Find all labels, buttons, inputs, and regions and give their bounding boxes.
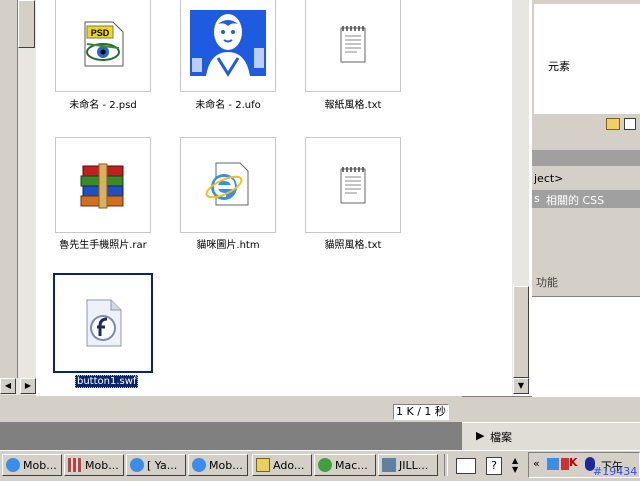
panel-header-bar — [532, 150, 640, 166]
taskbar-button[interactable]: Mob... — [2, 454, 62, 476]
file-tile-psd[interactable]: PSD — [55, 0, 151, 92]
network-icon[interactable] — [547, 458, 559, 470]
acrobat-icon — [256, 458, 270, 472]
file-browser-window: PSD 未命名 - 2.psd 未命名 - 2.ufo 報紙風格.txt 魯先生… — [36, 0, 533, 397]
scroll-left-arrow-icon[interactable]: ◀ — [0, 378, 16, 394]
tab-related-css[interactable]: 相關的 CSS — [546, 192, 604, 208]
macromedia-icon — [318, 458, 332, 472]
background-scroll-thumb[interactable] — [18, 0, 35, 48]
updown-arrow-icon[interactable]: ▲ ▼ — [512, 456, 518, 474]
taskbar-button[interactable]: [ Ya... — [126, 454, 186, 476]
download-size-status: 1 K / 1 秒 — [393, 404, 449, 420]
taskbar-button[interactable]: Mob... — [64, 454, 124, 476]
keyboard-icon[interactable] — [456, 458, 476, 474]
portrait-thumbnail-icon — [188, 8, 268, 80]
taskbar-label: [ Ya... — [147, 458, 178, 472]
page-icon[interactable] — [623, 118, 636, 130]
files-panel-header[interactable]: ▶ 檔案 — [462, 422, 640, 451]
file-name[interactable]: 報紙風格.txt — [288, 96, 418, 111]
file-name[interactable]: 未命名 - 2.ufo — [163, 96, 293, 111]
section-function: 功能 — [536, 276, 558, 289]
expand-arrow-icon[interactable]: ▶ — [476, 429, 484, 442]
file-tile-txt[interactable] — [305, 137, 401, 233]
taskbar-label: Mac... — [335, 458, 368, 472]
tray-app-icon[interactable] — [561, 458, 569, 470]
taskbar-label: JILL... — [399, 458, 429, 472]
file-tile-txt[interactable] — [305, 0, 401, 92]
taskbar-label: Mob... — [23, 458, 57, 472]
winrar-archive-icon — [80, 163, 124, 209]
file-name[interactable]: 貓照風格.txt — [288, 236, 418, 251]
files-panel-label: 檔案 — [490, 431, 512, 444]
taskbar-label: Ado... — [273, 458, 305, 472]
background-vertical-scrollbar[interactable] — [17, 0, 36, 378]
file-name[interactable]: 貓咪圖片.htm — [163, 236, 293, 251]
file-tile-rar[interactable] — [55, 137, 151, 233]
flash-file-icon — [86, 299, 122, 347]
file-tile-ufo[interactable] — [180, 0, 276, 92]
show-hidden-icons-icon[interactable]: « — [533, 457, 540, 470]
folder-icon[interactable] — [606, 118, 620, 130]
scroll-down-arrow-icon[interactable]: ▼ — [513, 378, 529, 394]
overlay-number: #19434 — [593, 465, 638, 478]
help-icon[interactable]: ? — [486, 457, 502, 475]
ie-icon — [130, 458, 144, 472]
bottom-dark-bar — [0, 422, 462, 450]
panel-toolbar — [606, 118, 636, 132]
psd-file-icon: PSD — [84, 21, 124, 67]
taskbar-label: Mob... — [85, 458, 119, 472]
taskbar-button[interactable]: Mac... — [314, 454, 376, 476]
kaspersky-icon[interactable]: K — [569, 456, 578, 469]
right-side-panel: 元素 ject> s 相關的 CSS 功能 — [532, 0, 640, 430]
grid-app-icon — [68, 458, 82, 472]
file-name-selected[interactable]: button1.swf — [75, 375, 139, 388]
file-name[interactable]: 未命名 - 2.psd — [38, 96, 168, 111]
taskbar-button[interactable]: Ado... — [252, 454, 312, 476]
ie-icon — [192, 458, 206, 472]
system-tray: « K 下午 #19434 — [528, 452, 640, 478]
ie-icon — [6, 458, 20, 472]
scroll-right-arrow-icon[interactable]: ▶ — [20, 378, 36, 394]
taskbar-separator — [444, 454, 448, 476]
file-tile-swf[interactable] — [53, 273, 153, 373]
svg-text:PSD: PSD — [91, 28, 110, 38]
panel-tabs: s 相關的 CSS — [532, 190, 640, 208]
file-name[interactable]: 魯先生手機照片.rar — [38, 236, 168, 251]
taskbar-button[interactable]: Mob... — [188, 454, 248, 476]
tab-prefix[interactable]: s — [534, 192, 540, 205]
notepad-icon — [340, 167, 366, 204]
project-text: ject> — [534, 172, 564, 185]
file-tile-htm[interactable] — [180, 137, 276, 233]
background-horizontal-scrollbar[interactable]: ◀ ▶ — [0, 378, 36, 395]
tool-icon — [382, 458, 396, 472]
tree-item-text[interactable]: 元素 — [548, 58, 570, 74]
file-window-scroll-thumb[interactable] — [513, 286, 529, 378]
properties-area — [532, 296, 640, 397]
taskbar-button[interactable]: JILL... — [378, 454, 438, 476]
notepad-icon — [340, 26, 366, 63]
taskbar-label: Mob... — [209, 458, 243, 472]
ie-document-icon — [205, 162, 249, 206]
